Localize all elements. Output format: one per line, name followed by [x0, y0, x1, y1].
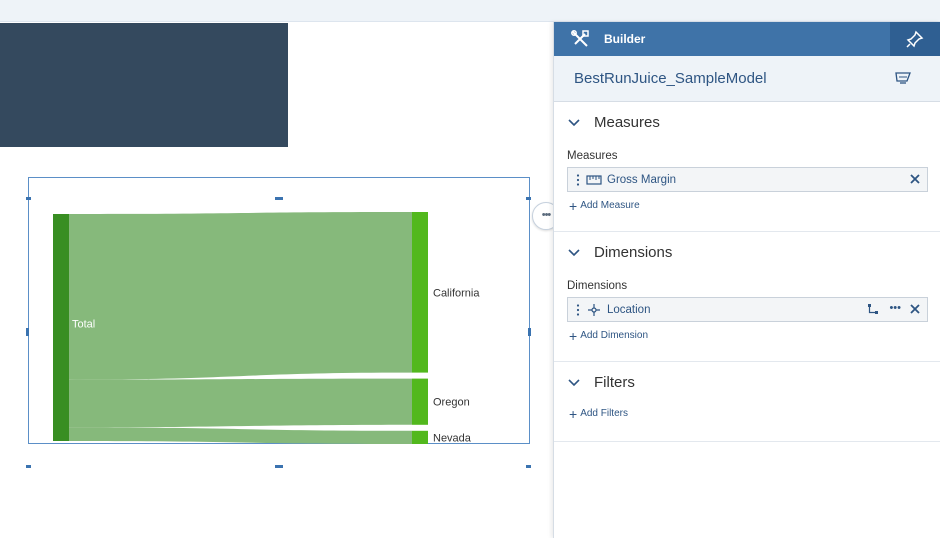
location-token[interactable]: Location •••	[567, 297, 928, 322]
chevron-down-icon	[568, 379, 580, 387]
model-name: BestRunJuice_SampleModel	[574, 70, 767, 87]
model-bar: BestRunJuice_SampleModel	[554, 56, 940, 102]
add-dimension-link[interactable]: + Add Dimension	[569, 327, 940, 344]
dimensions-field-label: Dimensions	[567, 280, 628, 292]
sankey-node-total[interactable]	[53, 214, 69, 441]
builder-title: Builder	[604, 32, 646, 46]
plus-icon: +	[569, 327, 578, 344]
plus-icon: +	[569, 405, 578, 422]
add-filters-link[interactable]: + Add Filters	[569, 405, 940, 422]
dimensions-section-header[interactable]: Dimensions	[554, 232, 940, 272]
dimensions-section: Dimensions Dimensions Location ••• + Add…	[554, 232, 940, 362]
filters-section: Filters + Add Filters	[554, 362, 940, 442]
measure-icon	[586, 174, 602, 185]
measures-section: Measures Measures Gross Margin + Add Mea…	[554, 102, 940, 232]
remove-dimension-icon[interactable]	[909, 303, 921, 315]
dark-tile-widget[interactable]	[0, 23, 288, 147]
sankey-label-nevada: Nevada	[433, 432, 472, 444]
add-measure-link[interactable]: + Add Measure	[569, 197, 940, 214]
sankey-node-oregon[interactable]	[412, 378, 428, 425]
sankey-links	[69, 212, 412, 444]
chevron-down-icon	[568, 119, 580, 127]
filters-section-header[interactable]: Filters	[554, 362, 940, 402]
tools-icon	[571, 30, 589, 47]
pin-panel-button[interactable]	[890, 22, 940, 56]
sankey-label-oregon: Oregon	[433, 397, 470, 409]
sankey-chart[interactable]: California Oregon Nevada Total	[28, 177, 530, 467]
hierarchy-icon[interactable]	[867, 303, 879, 315]
location-label: Location	[607, 303, 651, 316]
gross-margin-label: Gross Margin	[607, 173, 677, 186]
top-toolbar	[0, 0, 940, 22]
sankey-link-oregon[interactable]	[69, 378, 412, 428]
add-measure-label: Add Measure	[580, 200, 640, 211]
drag-grip-icon[interactable]	[574, 173, 582, 187]
sankey-node-nevada[interactable]	[412, 430, 428, 444]
dimension-icon	[588, 303, 600, 316]
filters-section-title: Filters	[594, 373, 635, 391]
gross-margin-token[interactable]: Gross Margin	[567, 167, 928, 192]
chevron-down-icon	[568, 249, 580, 257]
add-filters-label: Add Filters	[580, 408, 628, 419]
sankey-label-california: California	[433, 287, 480, 299]
plus-icon: +	[569, 197, 578, 214]
measures-section-header[interactable]: Measures	[554, 102, 940, 142]
more-options-icon[interactable]: •••	[889, 302, 901, 314]
remove-measure-icon[interactable]	[909, 173, 921, 185]
model-settings-icon[interactable]	[894, 70, 912, 86]
dimensions-section-title: Dimensions	[594, 243, 673, 261]
measures-section-title: Measures	[594, 113, 660, 131]
pin-icon	[906, 30, 924, 48]
drag-grip-icon[interactable]	[574, 303, 582, 317]
builder-panel: Builder BestRunJuice_SampleModel Measure…	[553, 22, 940, 538]
sankey-link-california[interactable]	[69, 212, 412, 380]
sankey-link-nevada[interactable]	[69, 427, 412, 444]
add-dimension-label: Add Dimension	[580, 330, 648, 341]
sankey-node-california[interactable]	[412, 212, 428, 373]
builder-header: Builder	[554, 22, 940, 56]
sankey-label-total: Total	[72, 319, 95, 331]
measures-field-label: Measures	[567, 150, 618, 162]
